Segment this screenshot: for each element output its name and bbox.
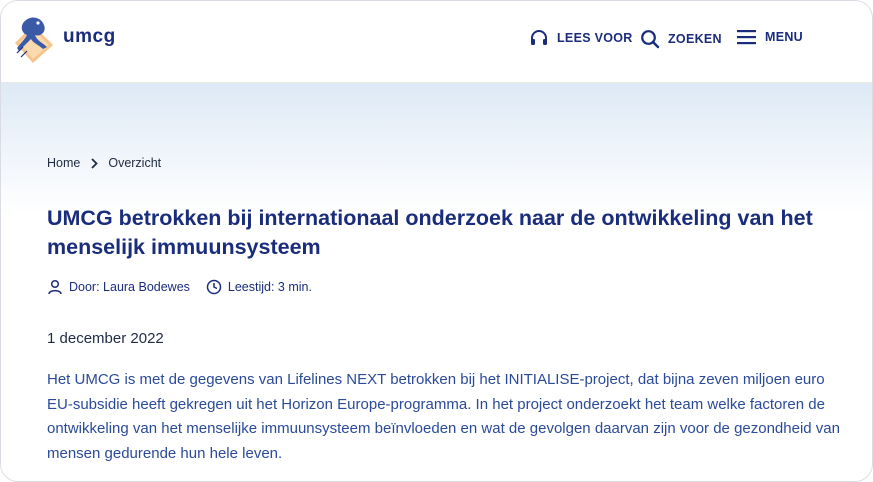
reading-time-info: Leestijd: 3 min. — [206, 279, 312, 295]
breadcrumb-home-link[interactable]: Home — [47, 156, 80, 170]
reading-time-text: Leestijd: 3 min. — [227, 280, 312, 294]
search-icon — [641, 30, 660, 49]
author-text: Door: Laura Bodewes — [69, 280, 190, 294]
brand-name[interactable]: umcg — [63, 26, 116, 48]
article-lead: Het UMCG is met de gegevens van Lifeline… — [47, 371, 840, 462]
article-date: 1 december 2022 — [47, 330, 164, 347]
search-button[interactable]: ZOEKEN — [640, 29, 722, 49]
menu-label: MENU — [765, 30, 804, 44]
user-icon — [48, 279, 62, 295]
breadcrumb: Home Overzicht — [47, 156, 161, 170]
read-aloud-label: LEES VOOR — [557, 31, 633, 45]
clock-icon — [206, 279, 222, 295]
chevron-right-icon — [91, 157, 99, 169]
article-meta: Door: Laura Bodewes Leestijd: 3 min. — [47, 279, 312, 295]
headphones-icon — [531, 30, 547, 45]
search-label: ZOEKEN — [668, 32, 722, 46]
article-title: UMCG betrokken bij internationaal onderz… — [47, 206, 813, 259]
hamburger-icon — [737, 30, 756, 45]
menu-button[interactable]: MENU — [737, 29, 803, 45]
read-aloud-button[interactable]: LEES VOOR — [529, 29, 633, 47]
page-frame: umcg LEES VOOR ZOEKEN MENU Home Overzich… — [0, 0, 873, 482]
breadcrumb-overview-link[interactable]: Overzicht — [108, 156, 161, 170]
umcg-logo-icon[interactable] — [11, 13, 55, 63]
site-header: umcg LEES VOOR ZOEKEN MENU — [1, 1, 872, 83]
author-info: Door: Laura Bodewes — [47, 279, 190, 295]
